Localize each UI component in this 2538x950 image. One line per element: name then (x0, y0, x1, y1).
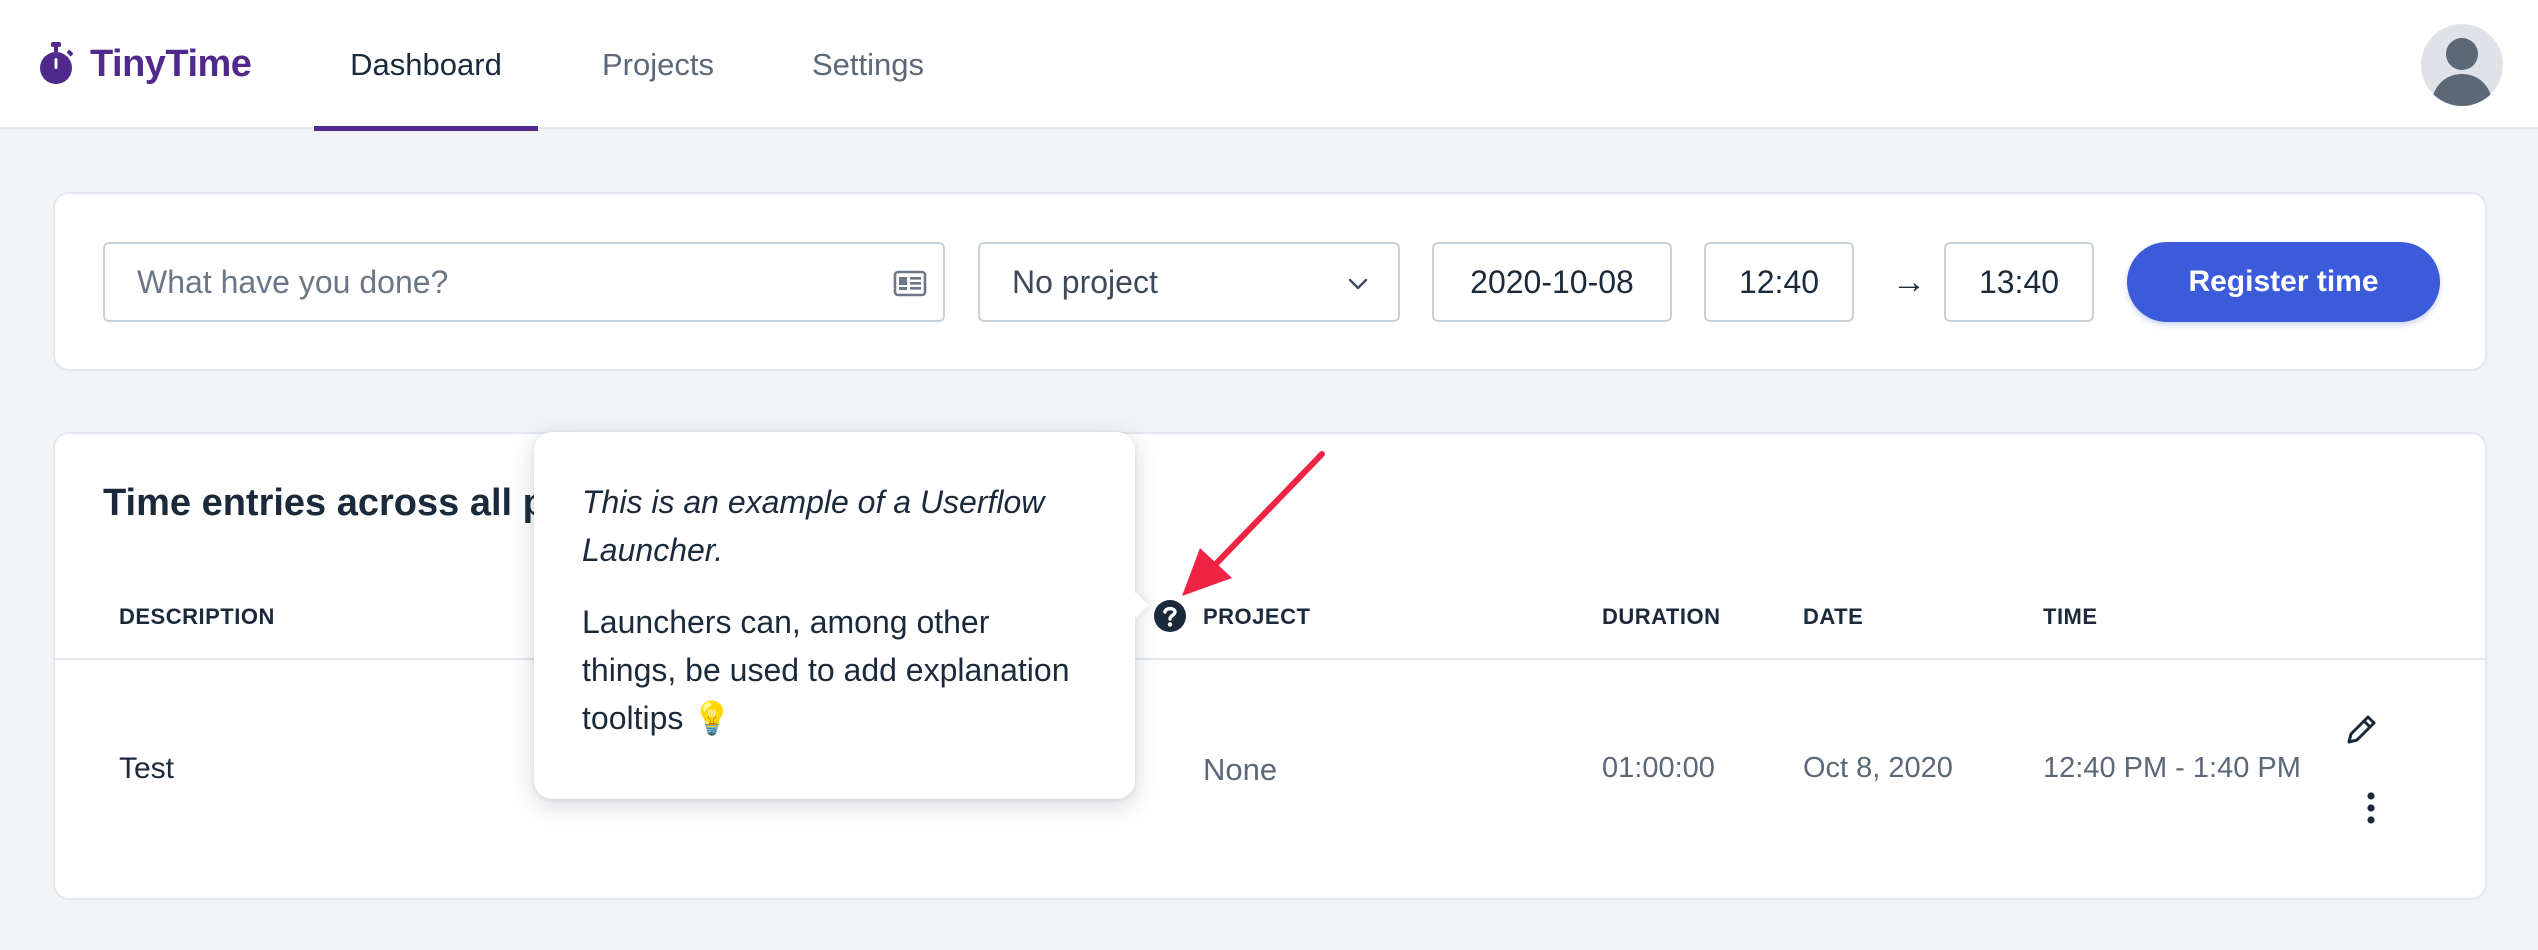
description-placeholder: What have you done? (137, 263, 449, 300)
row-date: Oct 8, 2020 (1803, 752, 1953, 784)
tab-dashboard[interactable]: Dashboard (314, 0, 538, 131)
contact-card-icon[interactable] (893, 266, 927, 300)
tab-dashboard-label: Dashboard (350, 46, 502, 82)
top-navigation-bar: TinyTime Dashboard Projects Settings (0, 0, 2538, 131)
date-input[interactable]: 2020-10-08 (1432, 242, 1672, 322)
row-time: 12:40 PM - 1:40 PM (2043, 752, 2301, 784)
tab-settings[interactable]: Settings (790, 0, 946, 129)
tab-projects[interactable]: Projects (578, 0, 738, 129)
row-project: None (1203, 752, 1278, 787)
row-duration: 01:00:00 (1602, 752, 1715, 784)
project-select[interactable]: No project (978, 242, 1400, 322)
start-time-value: 12:40 (1738, 263, 1820, 300)
table-divider (55, 658, 2485, 660)
more-vertical-icon[interactable] (2361, 788, 2381, 828)
register-time-button[interactable]: Register time (2127, 242, 2440, 322)
launcher-tooltip: This is an example of a Userflow Launche… (534, 432, 1135, 799)
app-logo[interactable]: TinyTime (36, 38, 252, 90)
project-select-value: No project (1012, 263, 1158, 300)
user-icon (2431, 38, 2493, 106)
arrow-right-icon: → (1892, 262, 1926, 301)
annotation-arrow-icon (1182, 451, 1325, 596)
column-header-date: DATE (1803, 604, 1864, 629)
tooltip-body: Launchers can, among other things, be us… (582, 604, 1070, 736)
date-input-value: 2020-10-08 (1470, 263, 1634, 300)
tooltip-lead: This is an example of a Userflow Launche… (582, 484, 1045, 568)
end-time-input[interactable]: 13:40 (1944, 242, 2094, 322)
column-header-time: TIME (2043, 604, 2098, 629)
tab-settings-label: Settings (811, 46, 924, 82)
pencil-icon[interactable] (2341, 710, 2381, 750)
app-name: TinyTime (90, 42, 252, 85)
user-avatar[interactable] (2421, 24, 2503, 106)
chevron-down-icon (1348, 278, 1368, 290)
column-header-duration: DURATION (1602, 604, 1721, 629)
column-header-description: DESCRIPTION (119, 604, 275, 629)
start-time-input[interactable]: 12:40 (1704, 242, 1854, 322)
description-input[interactable]: What have you done? (103, 242, 945, 322)
tab-projects-label: Projects (602, 46, 714, 82)
time-entry-form: What have you done? No project 2020-10-0… (53, 192, 2487, 371)
row-description: Test (119, 752, 175, 785)
stopwatch-icon (40, 42, 74, 84)
end-time-value: 13:40 (1978, 263, 2060, 300)
